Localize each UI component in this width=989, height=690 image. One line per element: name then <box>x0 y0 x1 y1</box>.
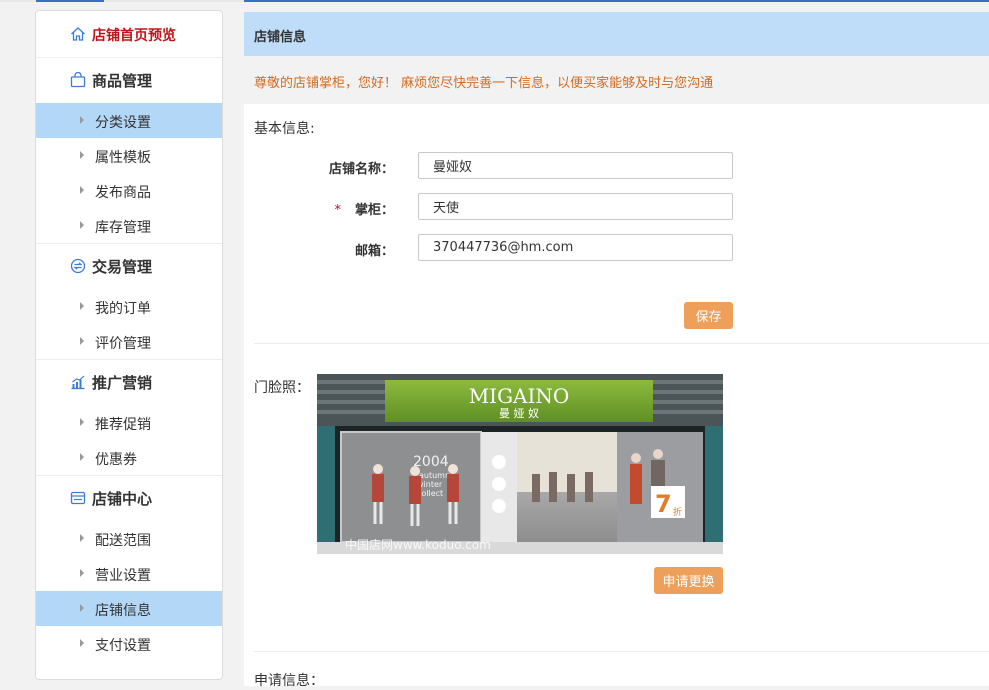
top-bar <box>0 0 989 2</box>
arrow-right-icon <box>80 569 84 577</box>
sidebar-item-label: 属性模板 <box>95 150 151 166</box>
notice-text: 尊敬的店铺掌柜，您好！ 麻烦您尽快完善一下信息，以便买家能够及时与您沟通 <box>254 76 714 91</box>
sidebar-item-label: 推荐促销 <box>95 417 151 433</box>
arrow-right-icon <box>80 534 84 542</box>
arrow-right-icon <box>80 151 84 159</box>
sidebar-home-preview[interactable]: 店铺首页预览 <box>36 11 222 58</box>
exchange-icon <box>70 258 86 274</box>
arrow-right-icon <box>80 302 84 310</box>
divider <box>254 343 989 344</box>
arrow-right-icon <box>80 337 84 345</box>
sidebar-item-my-orders[interactable]: 我的订单 <box>36 289 222 324</box>
arrow-right-icon <box>80 639 84 647</box>
sidebar-group-store-center[interactable]: 店铺中心 <box>36 475 222 521</box>
arrow-right-icon <box>80 453 84 461</box>
sidebar-item-label: 配送范围 <box>95 533 151 549</box>
page-header: 店铺信息 <box>244 12 989 56</box>
promo-number: 7 <box>655 490 672 518</box>
sidebar-group-marketing[interactable]: 推广营销 <box>36 359 222 405</box>
sidebar-item-label: 优惠券 <box>95 452 137 468</box>
apply-change-button[interactable]: 申请更换 <box>654 567 723 594</box>
keeper-label-row: * 掌柜： <box>244 199 394 218</box>
arrow-right-icon <box>80 418 84 426</box>
sidebar-item-publish-goods[interactable]: 发布商品 <box>36 173 222 208</box>
basic-info-title: 基本信息: <box>254 121 315 137</box>
arrow-right-icon <box>80 186 84 194</box>
sidebar-item-coupons[interactable]: 优惠券 <box>36 440 222 475</box>
chart-icon <box>71 375 85 390</box>
sidebar-item-category[interactable]: 分类设置 <box>36 103 222 138</box>
sidebar-item-reviews[interactable]: 评价管理 <box>36 324 222 359</box>
sidebar-home-label: 店铺首页预览 <box>92 28 176 44</box>
sidebar-item-promotion[interactable]: 推荐促销 <box>36 405 222 440</box>
home-icon <box>71 27 85 41</box>
sidebar-item-delivery-range[interactable]: 配送范围 <box>36 521 222 556</box>
sidebar-group-label: 店铺中心 <box>92 490 153 508</box>
sidebar-item-label: 库存管理 <box>95 220 151 236</box>
sidebar-item-label: 评价管理 <box>95 336 151 352</box>
email-input[interactable] <box>418 234 733 261</box>
sidebar-item-label: 我的订单 <box>95 301 151 317</box>
sidebar-item-inventory[interactable]: 库存管理 <box>36 208 222 243</box>
sidebar-group-trade[interactable]: 交易管理 <box>36 243 222 289</box>
arrow-right-icon <box>80 221 84 229</box>
keeper-label: 掌柜： <box>354 203 394 218</box>
sidebar-group-label: 交易管理 <box>92 258 153 276</box>
bag-icon <box>70 72 86 88</box>
store-icon <box>70 491 86 505</box>
apply-info-title: 申请信息： <box>254 673 324 689</box>
window-text-1: autumn <box>419 471 450 480</box>
promo-sub: 折 <box>673 506 682 518</box>
sidebar-item-store-info[interactable]: 店铺信息 <box>36 591 222 626</box>
store-name-label: 店铺名称： <box>328 162 394 177</box>
divider <box>254 651 989 652</box>
sidebar-group-goods[interactable]: 商品管理 <box>36 57 222 103</box>
sidebar-item-label: 支付设置 <box>95 638 151 654</box>
sidebar-item-label: 分类设置 <box>95 115 151 131</box>
sidebar-group-label: 商品管理 <box>92 72 153 90</box>
sidebar-item-attribute-template[interactable]: 属性模板 <box>36 138 222 173</box>
sidebar-item-business-settings[interactable]: 营业设置 <box>36 556 222 591</box>
store-info-panel: 基本信息: 店铺名称： * 掌柜： 邮箱： 保存 门脸照： MIGAINO 曼 娅… <box>244 104 989 689</box>
storefront-sign-cn: 曼 娅 奴 <box>499 406 539 420</box>
page-title: 店铺信息 <box>254 30 307 45</box>
storefront-photo: MIGAINO 曼 娅 奴 2004 autumn winter collect <box>317 374 723 554</box>
sidebar-item-payment-settings[interactable]: 支付设置 <box>36 626 222 661</box>
storefront-photo-label: 门脸照： <box>254 380 310 396</box>
arrow-right-icon <box>80 604 84 612</box>
sidebar-group-label: 推广营销 <box>92 374 153 392</box>
required-mark: * <box>334 203 341 218</box>
arrow-right-icon <box>80 116 84 124</box>
keeper-input[interactable] <box>418 193 733 220</box>
photo-watermark: 中国店网www.koduo.com <box>345 537 491 552</box>
sidebar-item-label: 店铺信息 <box>95 603 151 619</box>
sidebar-item-label: 营业设置 <box>95 568 151 584</box>
store-name-input[interactable] <box>418 152 733 179</box>
sidebar: 店铺首页预览 商品管理 分类设置 属性模板 发布商品 库存管理 交易管理 我的订… <box>35 10 223 680</box>
storefront-sign-en: MIGAINO <box>469 384 570 408</box>
email-label: 邮箱： <box>354 244 394 259</box>
save-button[interactable]: 保存 <box>684 302 733 329</box>
sidebar-item-label: 发布商品 <box>95 185 151 201</box>
